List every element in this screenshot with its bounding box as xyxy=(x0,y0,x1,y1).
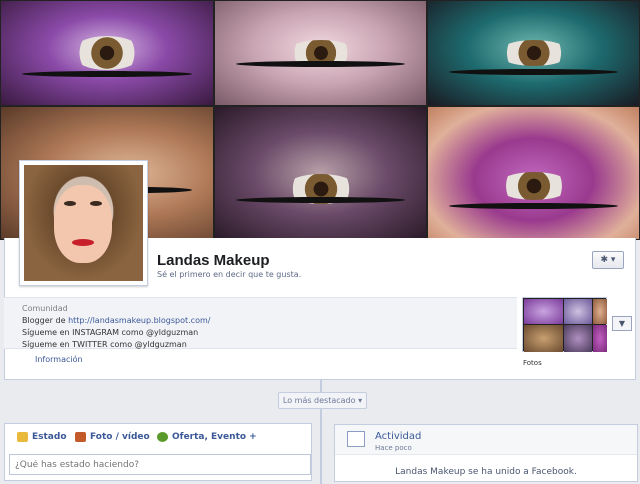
info-link[interactable]: Información xyxy=(35,355,83,364)
blog-link[interactable]: http://landasmakeup.blogspot.com/ xyxy=(68,316,210,325)
cover-tile xyxy=(427,106,640,240)
cover-tile xyxy=(0,0,214,106)
activity-header: Actividad Hace poco xyxy=(335,425,637,455)
instagram-line: Sígueme en INSTAGRAM como @yldguzman xyxy=(22,328,199,337)
avatar xyxy=(24,165,143,281)
tab-status[interactable]: Estado xyxy=(17,432,67,442)
photos-thumbnail[interactable] xyxy=(522,297,607,352)
status-input[interactable] xyxy=(9,454,311,475)
photos-label[interactable]: Fotos xyxy=(523,359,542,367)
activity-time: Hace poco xyxy=(375,444,412,452)
offer-icon xyxy=(157,432,168,442)
profile-picture[interactable] xyxy=(19,160,148,286)
status-composer: Estado Foto / vídeo Oferta, Evento + xyxy=(4,423,312,481)
activity-text: Landas Makeup se ha unido a Facebook. xyxy=(395,467,577,477)
activity-box: Actividad Hace poco Landas Makeup se ha … xyxy=(334,424,638,482)
page-title[interactable]: Landas Makeup xyxy=(157,252,270,269)
activity-title[interactable]: Actividad xyxy=(375,431,421,442)
blogger-line: Blogger de http://landasmakeup.blogspot.… xyxy=(22,316,211,325)
cover-tile xyxy=(214,106,427,240)
cover-tile xyxy=(427,0,640,106)
like-prompt: Sé el primero en decir que te gusta. xyxy=(157,270,302,279)
cover-tile xyxy=(214,0,427,106)
photo-icon xyxy=(75,432,86,442)
tab-photo-video[interactable]: Foto / vídeo xyxy=(75,432,150,442)
photos-expand-button[interactable]: ▼ xyxy=(612,316,632,331)
highlights-dropdown[interactable]: Lo más destacado ▾ xyxy=(278,392,367,409)
tab-offer-event[interactable]: Oferta, Evento + xyxy=(157,432,257,442)
page-category: Comunidad xyxy=(22,304,68,313)
status-icon xyxy=(17,432,28,442)
twitter-line: Sígueme en TWITTER como @yldguzman xyxy=(22,340,187,349)
activity-icon xyxy=(347,431,365,447)
settings-button[interactable]: ✱ ▾ xyxy=(592,251,624,269)
about-section: Comunidad Blogger de http://landasmakeup… xyxy=(4,297,517,349)
